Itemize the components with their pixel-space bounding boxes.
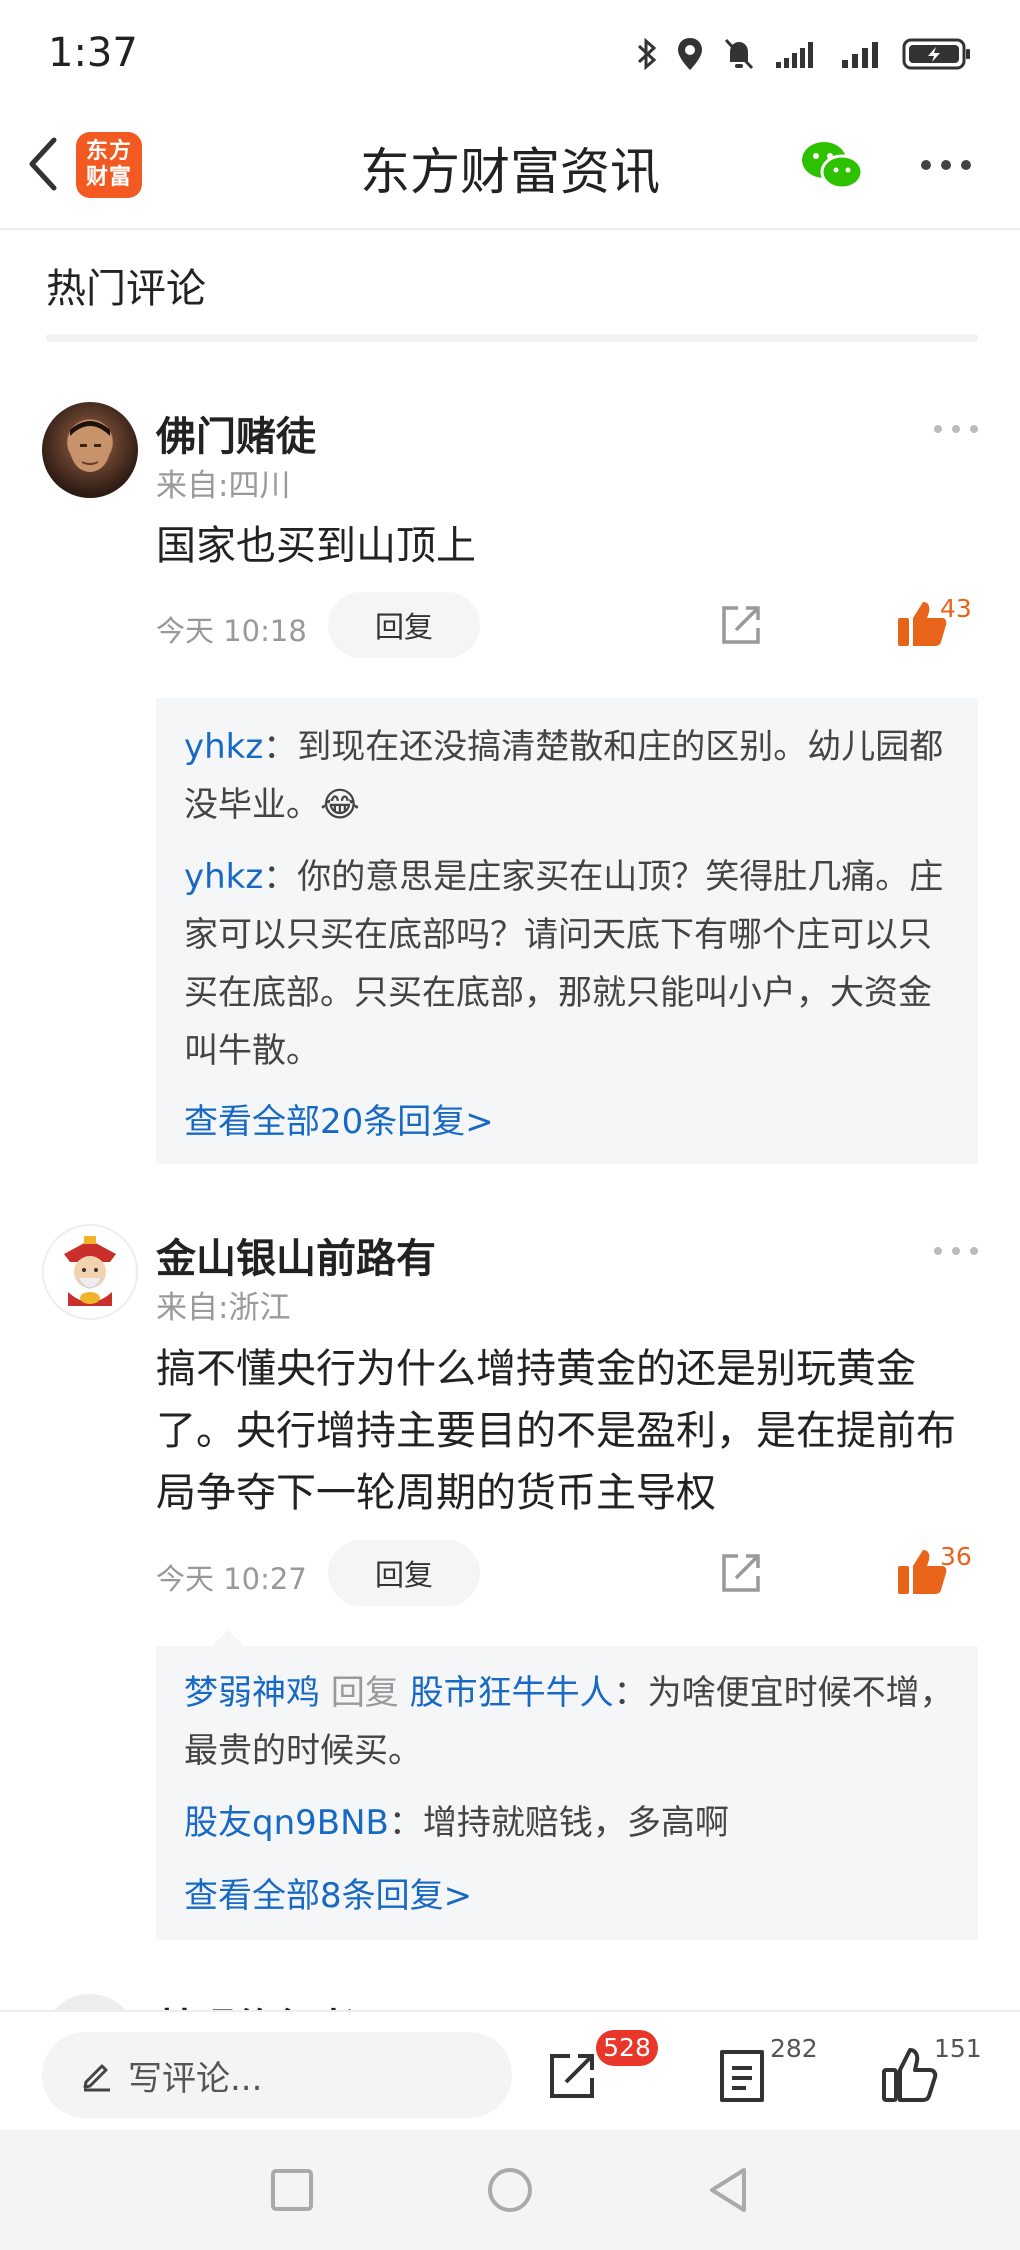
section-divider (46, 334, 978, 342)
avatar[interactable] (42, 1994, 138, 2010)
system-nav-bar (0, 2130, 1020, 2250)
reply-item[interactable]: yhkz：你的意思是庄家买在山顶？笑得肚几痛。庄家可以只买在底部吗？请问天底下有… (184, 848, 964, 1080)
reply-text: 你的意思是庄家买在山顶？笑得肚几痛。庄家可以只买在底部吗？请问天底下有哪个庄可以… (184, 857, 944, 1071)
wechat-icon[interactable] (800, 138, 864, 194)
comment-time: 今天 10:27 (156, 1562, 307, 1596)
reply-separator: ： (613, 1673, 648, 1713)
comment-count: 282 (770, 2034, 818, 2063)
like-count: 43 (940, 594, 972, 623)
comment-text: 搞不懂央行为什么增持黄金的还是别玩黄金了。央行增持主要目的不是盈利，是在提前布局… (156, 1346, 956, 1516)
write-comment-input[interactable]: 写评论... (42, 2032, 512, 2118)
avatar[interactable] (42, 402, 138, 498)
mute-icon (724, 38, 754, 70)
status-time: 1:37 (48, 30, 138, 76)
reply-button[interactable]: 回复 (328, 1540, 480, 1606)
share-icon[interactable] (544, 2048, 600, 2104)
share-icon[interactable] (718, 1550, 764, 1596)
battery-icon (902, 38, 970, 70)
circle-nav-icon[interactable] (486, 2166, 534, 2214)
status-icons (636, 36, 972, 72)
reply-item[interactable]: 股友qn9BNB：增持就赔钱，多高啊 (184, 1794, 964, 1852)
comment-text: 国家也买到山顶上 (156, 523, 476, 569)
comment-list-icon[interactable] (714, 2046, 770, 2106)
bluetooth-icon (637, 37, 657, 71)
view-all-replies-link[interactable]: 查看全部20条回复> (184, 1094, 494, 1143)
signal-icon (776, 42, 813, 68)
reply-text: 到现在还没搞清楚散和庄的区别。幼儿园都没毕业。 (184, 727, 944, 825)
page-title: 东方财富资讯 (360, 143, 660, 201)
avatar-image (64, 1236, 116, 1306)
reply-button[interactable]: 回复 (328, 592, 480, 658)
triangle-nav-icon[interactable] (706, 2166, 748, 2214)
reply-target[interactable]: 股市狂牛牛人 (410, 1673, 614, 1713)
location-icon (678, 38, 702, 70)
section-title: 热门评论 (46, 266, 206, 312)
reply-separator: ： (263, 857, 298, 897)
comment-username[interactable]: 金山银山前路有 (156, 1226, 436, 1284)
view-all-replies-link[interactable]: 查看全部8条回复> (184, 1868, 472, 1917)
reply-text: 增持就赔钱，多高啊 (422, 1803, 729, 1843)
avatar-image (70, 421, 110, 472)
reply-item[interactable]: 梦弱神鸡 回复 股市狂牛牛人：为啥便宜时候不增，最贵的时候买。 (184, 1664, 964, 1780)
share-icon[interactable] (718, 602, 764, 648)
square-nav-icon[interactable] (270, 2168, 314, 2212)
reply-thread-pointer (212, 1630, 244, 1646)
signal-2-icon (842, 42, 878, 68)
laugh-emoji: 😂 (320, 785, 360, 825)
reply-author[interactable]: 梦弱神鸡 (184, 1673, 320, 1713)
comment-location: 来自:浙江 (156, 1290, 291, 1326)
comment-location: 来自:四川 (156, 468, 291, 504)
more-icon[interactable] (932, 422, 980, 436)
reply-separator: ： (388, 1803, 423, 1843)
more-icon[interactable] (932, 1244, 980, 1258)
thumb-up-icon[interactable] (880, 2044, 938, 2106)
more-icon[interactable] (918, 150, 974, 180)
comment-username[interactable]: 佛门赌徒 (156, 404, 316, 462)
compose-placeholder: 写评论... (128, 2058, 263, 2099)
header-divider (0, 228, 1020, 230)
reply-author[interactable]: yhkz (184, 857, 263, 897)
avatar[interactable] (42, 1224, 138, 1320)
pencil-icon (83, 2064, 110, 2092)
like-count-total: 151 (934, 2034, 982, 2063)
reply-separator: ： (263, 727, 298, 767)
next-comment-peek: 林眼修行者 (0, 1990, 1020, 2010)
comment-time: 今天 10:18 (156, 614, 307, 648)
share-count-badge: 528 (596, 2030, 658, 2066)
reply-author[interactable]: 股友qn9BNB (184, 1803, 389, 1843)
comment-username[interactable]: 林眼修行者 (156, 1996, 356, 2010)
reply-item[interactable]: yhkz：到现在还没搞清楚散和庄的区别。幼儿园都没毕业。😂 (184, 718, 964, 834)
like-count: 36 (940, 1542, 972, 1571)
reply-mid-label: 回复 (330, 1673, 399, 1713)
reply-author[interactable]: yhkz (184, 727, 263, 767)
